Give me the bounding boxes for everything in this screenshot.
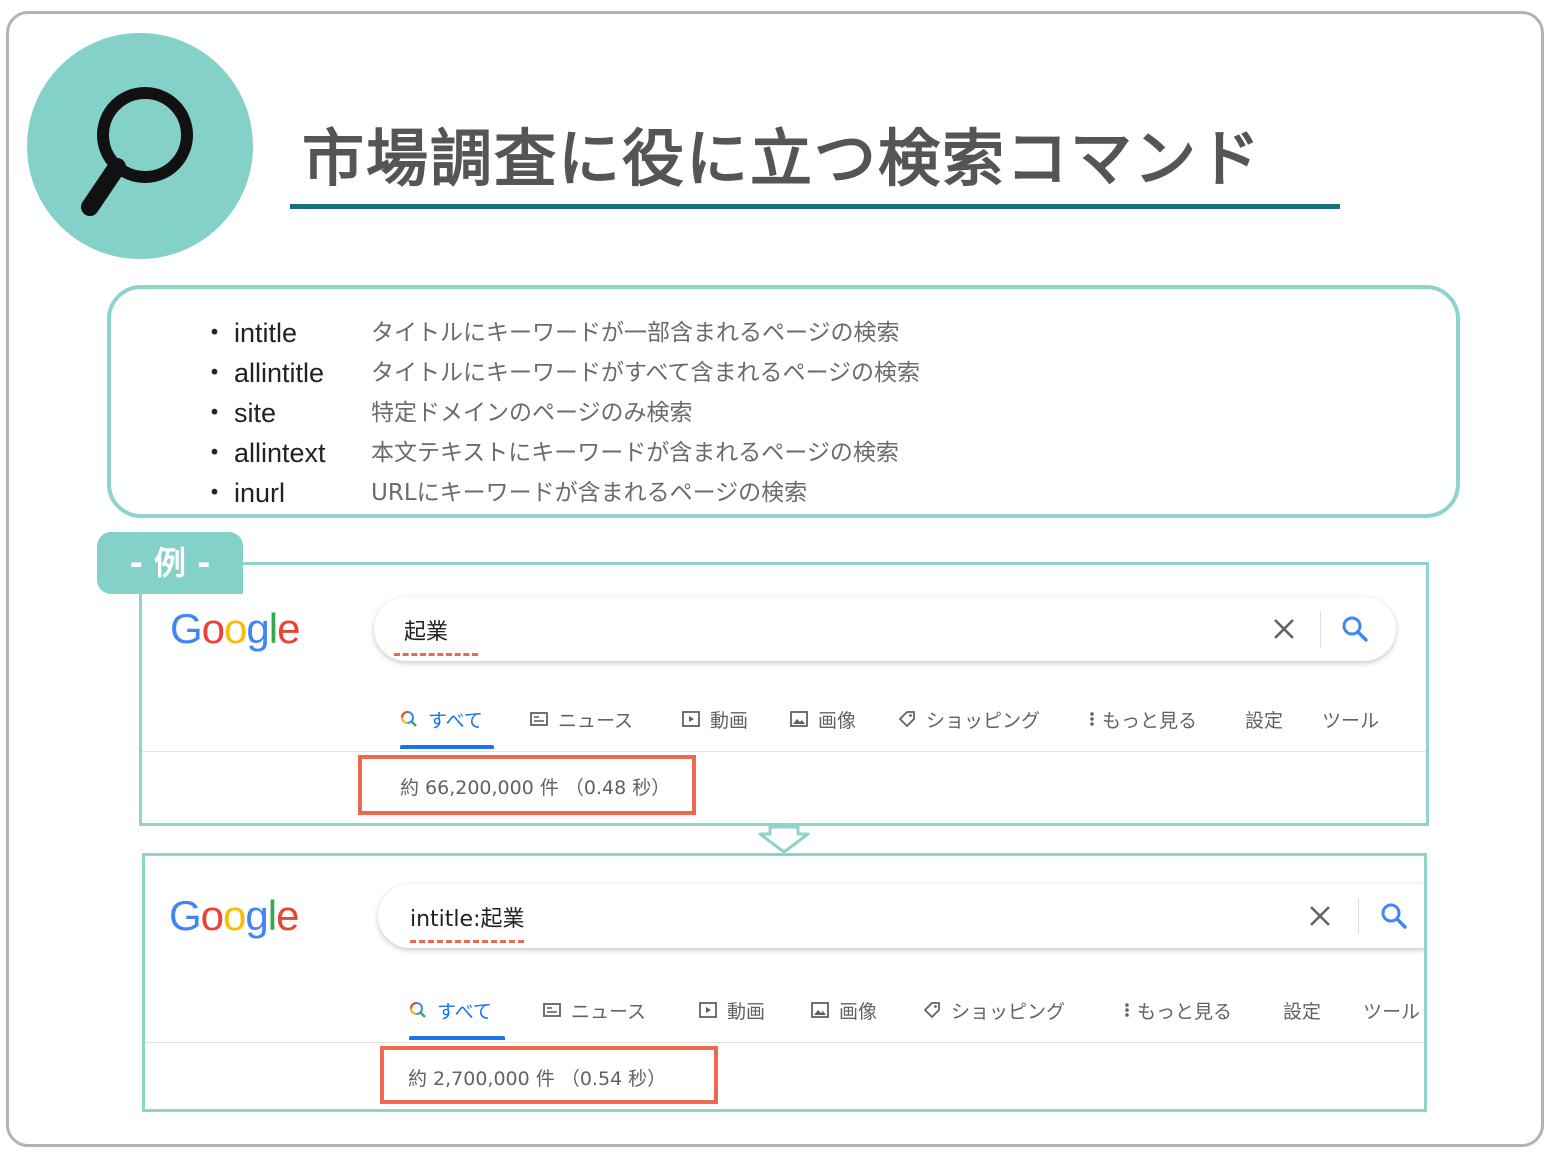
search-icon[interactable] [1341, 615, 1369, 643]
google-logo: Google [169, 892, 299, 939]
search-tabs: すべて ニュース 動画 画像 ショッピング もっと見る 設定 ツール [409, 990, 1424, 1030]
tab-video[interactable]: 動画 [699, 990, 765, 1030]
command-description: 本文テキストにキーワードが含まれるページの検索 [371, 440, 899, 466]
command-name: ・ site [201, 398, 277, 428]
result-stats: 約 2,700,000 件 （0.54 秒） [408, 1068, 667, 1090]
tab-news[interactable]: ニュース [543, 990, 646, 1030]
tab-settings[interactable]: 設定 [1245, 699, 1283, 739]
tab-settings[interactable]: 設定 [1283, 990, 1321, 1030]
tabs-divider [145, 1042, 1424, 1043]
tag-icon [898, 711, 915, 728]
search-icon [410, 1002, 426, 1018]
command-row-allintext: ・ allintext 本文テキストにキーワードが含まれるページの検索 [201, 431, 1101, 471]
news-icon [543, 1003, 561, 1017]
example-panel-2: Google intitle:起業 すべて ニュース 動画 画像 ショッピング … [142, 853, 1427, 1112]
tab-shopping[interactable]: ショッピング [898, 699, 1040, 739]
query-highlight-underline [394, 653, 478, 656]
close-icon[interactable] [1272, 617, 1296, 641]
image-icon [811, 1002, 829, 1018]
tabs-divider [142, 751, 1426, 752]
tab-all[interactable]: すべて [409, 990, 492, 1030]
title-underline [290, 204, 1340, 209]
command-name: ・ intitle [201, 318, 298, 348]
tab-more[interactable]: もっと見る [1123, 990, 1232, 1030]
search-icon[interactable] [1380, 902, 1408, 930]
result-stats-highlight: 約 2,700,000 件 （0.54 秒） [380, 1046, 718, 1104]
search-box[interactable]: intitle:起業 [378, 884, 1424, 948]
tag-icon [923, 1002, 940, 1019]
command-description: タイトルにキーワードが一部含まれるページの検索 [371, 320, 900, 346]
command-description: タイトルにキーワードがすべて含まれるページの検索 [371, 360, 921, 386]
tab-news[interactable]: ニュース [530, 699, 633, 739]
search-logo-badge [27, 33, 253, 259]
more-icon [1090, 712, 1094, 726]
search-box[interactable]: 起業 [374, 597, 1396, 661]
search-divider [1320, 611, 1321, 647]
video-icon [699, 1002, 717, 1018]
close-icon[interactable] [1308, 904, 1332, 928]
commands-box: ・ intitle タイトルにキーワードが一部含まれるページの検索 ・ allint… [107, 285, 1460, 518]
command-row-allintitle: ・ allintitle タイトルにキーワードがすべて含まれるページの検索 [201, 351, 1101, 391]
command-description: URLにキーワードが含まれるページの検索 [371, 480, 808, 506]
active-tab-indicator [409, 1036, 505, 1040]
page-title: 市場調査に役に立つ検索コマンド [302, 122, 1263, 195]
command-row-site: ・ site 特定ドメインのページのみ検索 [201, 391, 1101, 431]
tab-all[interactable]: すべて [400, 699, 483, 739]
command-row-intitle: ・ intitle タイトルにキーワードが一部含まれるページの検索 [201, 311, 1101, 351]
command-name: ・ inurl [201, 478, 286, 508]
example-panel-1: Google 起業 すべて ニュース 動画 画像 ショッピング もっと見る 設定… [139, 562, 1429, 826]
command-name: ・ allintext [201, 438, 326, 468]
search-divider [1358, 898, 1359, 934]
search-icon [401, 711, 417, 727]
search-icon [81, 87, 193, 216]
query-highlight-underline [410, 940, 524, 943]
command-row-inurl: ・ inurl URLにキーワードが含まれるページの検索 [201, 471, 1101, 511]
tab-video[interactable]: 動画 [682, 699, 748, 739]
tab-tools[interactable]: ツール [1322, 699, 1379, 739]
tab-more[interactable]: もっと見る [1088, 699, 1197, 739]
down-arrow-icon [758, 826, 810, 854]
news-icon [530, 712, 548, 726]
active-tab-indicator [400, 745, 494, 749]
tab-images[interactable]: 画像 [790, 699, 856, 739]
image-icon [790, 711, 808, 727]
search-tabs: すべて ニュース 動画 画像 ショッピング もっと見る 設定 ツール [400, 699, 1420, 739]
search-query[interactable]: 起業 [404, 614, 448, 646]
more-icon [1125, 1003, 1129, 1017]
tab-shopping[interactable]: ショッピング [923, 990, 1065, 1030]
google-logo: Google [170, 605, 300, 652]
search-query[interactable]: intitle:起業 [410, 901, 524, 933]
example-label: - 例 - [97, 532, 243, 594]
command-description: 特定ドメインのページのみ検索 [371, 400, 693, 426]
tab-tools[interactable]: ツール [1363, 990, 1420, 1030]
command-name: ・ allintitle [201, 358, 325, 388]
video-icon [682, 711, 700, 727]
tab-images[interactable]: 画像 [811, 990, 877, 1030]
result-stats: 約 66,200,000 件 （0.48 秒） [400, 777, 671, 799]
result-stats-highlight: 約 66,200,000 件 （0.48 秒） [358, 755, 696, 815]
